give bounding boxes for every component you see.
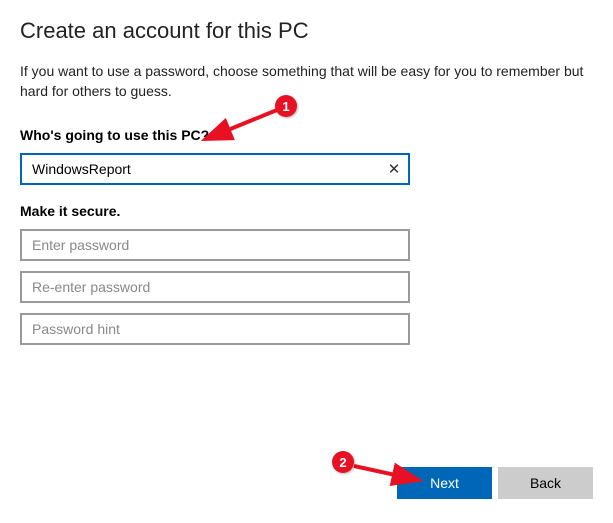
username-input[interactable] [20,153,410,185]
secure-label: Make it secure. [20,203,593,219]
annotation-arrow-1 [215,108,285,145]
secure-section: Make it secure. [20,203,593,345]
who-section: Who's going to use this PC? ✕ [20,127,593,185]
description-text: If you want to use a password, choose so… [20,62,593,101]
annotation-callout-2: 2 [332,451,354,473]
password-hint-input[interactable] [20,313,410,345]
annotation-callout-1: 1 [275,95,297,117]
password-input[interactable] [20,229,410,261]
clear-icon[interactable]: ✕ [384,159,404,179]
back-button[interactable]: Back [498,467,593,499]
username-input-wrap: ✕ [20,153,410,185]
next-button[interactable]: Next [397,467,492,499]
reenter-password-input[interactable] [20,271,410,303]
who-label: Who's going to use this PC? [20,127,593,143]
button-row: Next Back [397,467,593,499]
page-title: Create an account for this PC [20,18,593,44]
annotation-arrow-2 [350,460,410,489]
